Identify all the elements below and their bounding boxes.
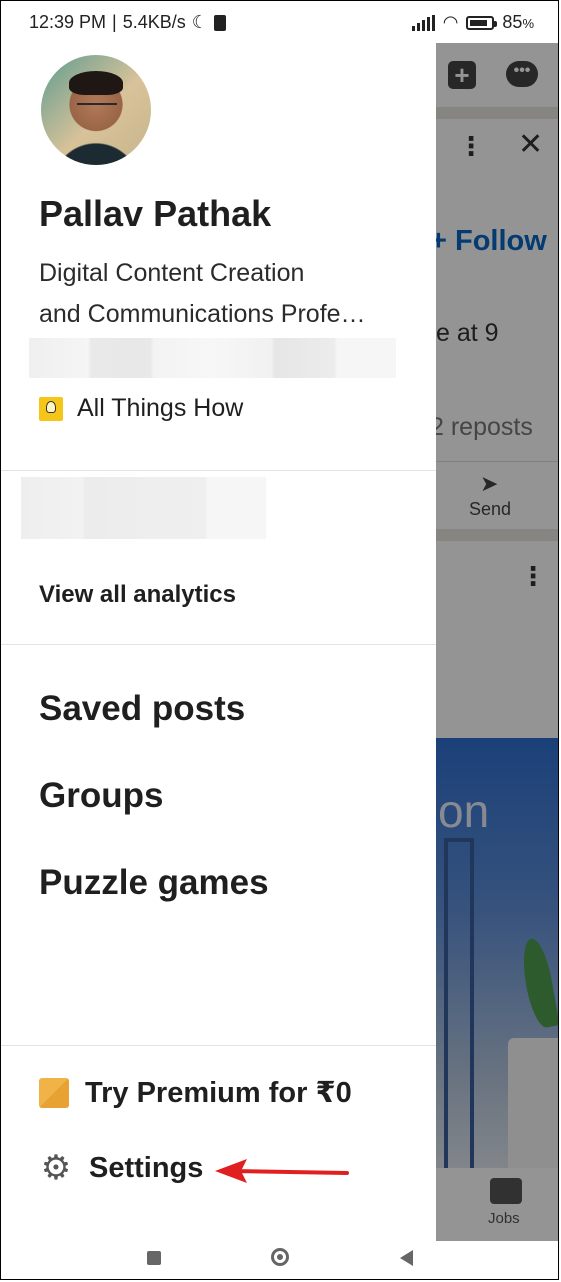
battery-percent: 85% (502, 12, 534, 32)
company-name: All Things How (77, 394, 244, 422)
annotation-arrow (215, 1159, 349, 1183)
back-button[interactable] (400, 1250, 413, 1266)
divider-3 (1, 1045, 436, 1046)
status-right: ◠ 85% (411, 12, 534, 33)
home-button[interactable] (271, 1248, 289, 1266)
menu-item-saved-posts[interactable]: Saved posts (39, 689, 245, 729)
view-all-analytics-link[interactable]: View all analytics (39, 581, 236, 609)
try-premium-button[interactable]: Try Premium for ₹0 (39, 1075, 352, 1110)
profile-company[interactable]: All Things How (39, 394, 243, 423)
system-nav-bar (1, 1241, 558, 1279)
gear-icon: ⚙ (40, 1149, 72, 1187)
phone-screen: 12:39 PM | 5.4KB/s ☾ ◠ 85% + ••• ⋮ ✕ + F… (0, 0, 559, 1280)
divider-2 (1, 644, 436, 645)
redacted-analytics (21, 477, 266, 539)
menu-item-groups[interactable]: Groups (39, 776, 163, 816)
recents-button[interactable] (147, 1251, 161, 1265)
signal-icon (411, 14, 435, 31)
status-speed: 5.4KB/s (122, 12, 186, 32)
drawer-scrim[interactable] (436, 41, 558, 1241)
redacted-location (29, 338, 396, 378)
status-bar: 12:39 PM | 5.4KB/s ☾ ◠ 85% (1, 1, 558, 43)
wifi-icon: ◠ (442, 12, 459, 32)
status-separator: | (112, 12, 117, 32)
avatar-hair (69, 71, 123, 95)
bulb-icon (39, 396, 63, 421)
menu-item-puzzle-games[interactable]: Puzzle games (39, 863, 269, 903)
divider-1 (1, 470, 436, 471)
settings-label: Settings (89, 1151, 204, 1184)
avatar[interactable] (41, 55, 151, 165)
profile-headline: Digital Content Creation and Communicati… (39, 253, 409, 335)
premium-icon (39, 1077, 69, 1108)
avatar-glasses (77, 103, 117, 113)
premium-label: Try Premium for ₹0 (85, 1077, 352, 1109)
navigation-drawer: Pallav Pathak Digital Content Creation a… (1, 41, 436, 1241)
phone-icon (213, 14, 226, 31)
settings-button[interactable]: ⚙ Settings (39, 1149, 204, 1187)
profile-name[interactable]: Pallav Pathak (39, 193, 271, 235)
headline-line-2: and Communications Profe… (39, 300, 366, 328)
status-time: 12:39 PM (29, 12, 107, 32)
status-left: 12:39 PM | 5.4KB/s ☾ (29, 12, 226, 33)
headline-line-1: Digital Content Creation (39, 259, 305, 287)
moon-icon: ☾ (191, 12, 208, 32)
battery-icon (466, 15, 498, 30)
arrow-shaft (229, 1169, 349, 1175)
